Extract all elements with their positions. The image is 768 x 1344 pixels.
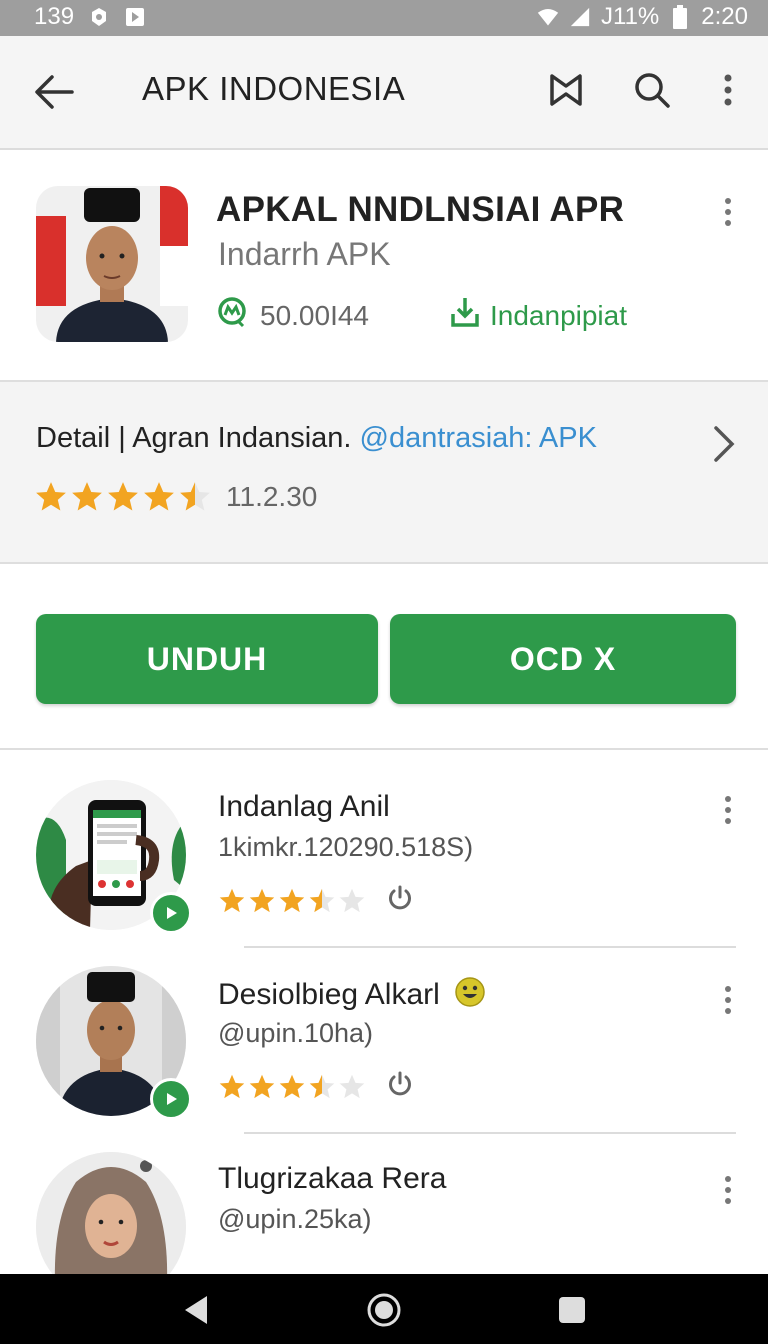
star-icon <box>249 888 275 912</box>
star-icon <box>279 888 305 912</box>
more-vert-icon[interactable] <box>706 68 750 112</box>
rating-stars <box>218 887 366 915</box>
power-icon[interactable] <box>386 1070 414 1103</box>
item-name: Desiolbieg Alkarl <box>218 976 486 1016</box>
woman-hijab-avatar <box>36 1152 186 1274</box>
downloads-badge-icon <box>216 296 248 335</box>
secondary-button[interactable]: OCD X <box>390 614 736 704</box>
detail-link[interactable]: @dantrasiah: APK <box>360 422 597 454</box>
status-notification-count: 139 <box>34 3 75 30</box>
rating-stars <box>34 480 212 514</box>
detail-rating: 11.2.30 <box>34 480 317 514</box>
item-rating <box>218 1070 414 1103</box>
download-button[interactable]: UNDUH <box>36 614 378 704</box>
star-icon <box>339 888 365 912</box>
app-header-card: APKAL NNDLNSIAI APR Indarrh APK 50.00I44… <box>0 150 768 382</box>
item-more-icon[interactable] <box>716 980 740 1020</box>
chevron-right-icon[interactable] <box>706 422 742 466</box>
nav-home-icon[interactable] <box>366 1292 402 1328</box>
star-icon <box>249 1074 275 1098</box>
back-arrow-icon[interactable] <box>30 70 78 114</box>
status-bar: 139 J11% 2:20 <box>0 0 768 36</box>
item-subtitle: @upin.10ha) <box>218 1018 374 1048</box>
star-icon <box>309 888 335 912</box>
star-icon <box>219 1074 245 1098</box>
item-name-text: Desiolbieg Alkarl <box>218 978 440 1011</box>
item-more-icon[interactable] <box>716 1170 740 1210</box>
battery-icon <box>669 5 691 29</box>
app-bar: APK INDONESIA <box>0 36 768 150</box>
signal-icon <box>569 6 591 28</box>
rating-stars <box>218 1073 366 1101</box>
wifi-icon <box>537 6 559 28</box>
detail-section[interactable]: Detail | Agran Indansian. @dantrasiah: A… <box>0 382 768 564</box>
download-stat: 50.00I44 <box>216 296 369 335</box>
star-icon <box>219 888 245 912</box>
item-name: Tlugrizakaa Rera <box>218 1162 447 1195</box>
shield-icon <box>88 6 110 28</box>
list-divider <box>0 748 768 750</box>
item-subtitle: 1kimkr.120290.518S) <box>218 832 474 862</box>
download-count: 50.00I44 <box>260 299 369 331</box>
system-nav-bar <box>0 1274 768 1344</box>
play-store-icon <box>124 6 146 28</box>
star-icon <box>180 482 210 511</box>
battery-percent: J11% <box>601 3 660 30</box>
star-icon <box>36 482 66 511</box>
rating-count: 11.2.30 <box>226 481 318 512</box>
list-item[interactable]: Indanlag Anil 1kimkr.120290.518S) <box>0 780 768 966</box>
star-icon <box>309 1074 335 1098</box>
search-icon[interactable] <box>630 68 674 112</box>
detail-line: Detail | Agran Indansian. @dantrasiah: A… <box>36 422 597 455</box>
clock: 2:20 <box>701 3 748 30</box>
bookmark-icon[interactable] <box>544 68 588 112</box>
app-name: APKAL NNDLNSIAI APR <box>216 190 625 229</box>
star-icon <box>279 1074 305 1098</box>
item-rating <box>218 884 414 917</box>
item-name: Indanlag Anil <box>218 790 390 823</box>
download-icon <box>450 296 480 335</box>
star-icon <box>144 482 174 511</box>
star-icon <box>339 1074 365 1098</box>
item-divider <box>244 946 736 948</box>
list-item[interactable]: Tlugrizakaa Rera @upin.25ka) <box>0 1152 768 1274</box>
app-developer[interactable]: Indarrh APK <box>218 236 391 273</box>
app-icon-avatar[interactable] <box>36 186 188 342</box>
nav-recents-icon[interactable] <box>554 1292 590 1328</box>
header-more-icon[interactable] <box>716 192 740 232</box>
star-icon <box>108 482 138 511</box>
play-icon[interactable] <box>150 892 192 934</box>
page-title: APK INDONESIA <box>142 70 406 107</box>
category-label: Indanpipiat <box>490 299 628 331</box>
smiley-icon <box>454 976 486 1016</box>
list-item[interactable]: Desiolbieg Alkarl @upin.10ha) <box>0 966 768 1152</box>
item-subtitle: @upin.25ka) <box>218 1204 372 1234</box>
play-icon[interactable] <box>150 1078 192 1120</box>
star-icon <box>72 482 102 511</box>
item-divider <box>244 1132 736 1134</box>
item-more-icon[interactable] <box>716 790 740 830</box>
nav-back-icon[interactable] <box>178 1292 214 1328</box>
category-tag[interactable]: Indanpipiat <box>450 296 627 335</box>
power-icon[interactable] <box>386 884 414 917</box>
detail-text: Detail | Agran Indansian. <box>36 422 352 454</box>
